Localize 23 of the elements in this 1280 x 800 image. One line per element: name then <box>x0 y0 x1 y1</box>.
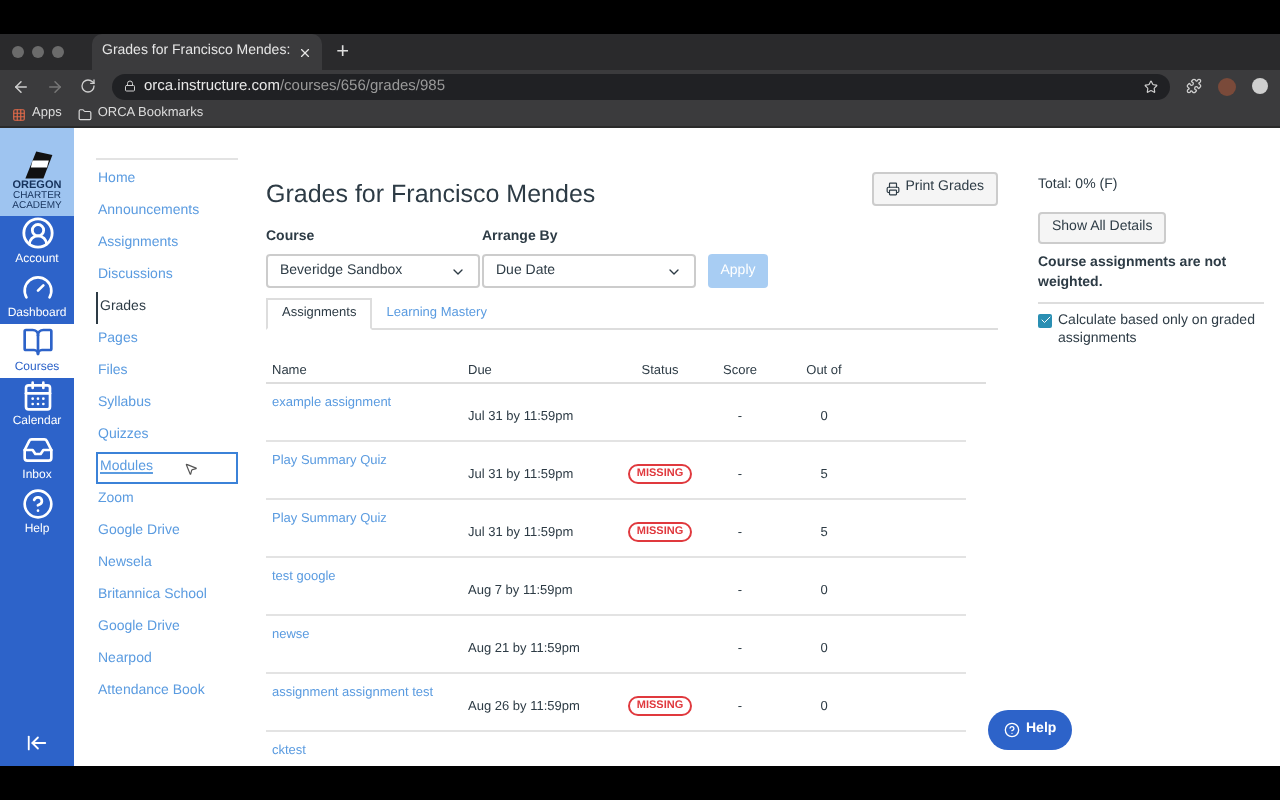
printer-icon <box>885 182 900 196</box>
calendar-icon <box>21 379 53 411</box>
inbox-icon <box>21 433 53 465</box>
cursor-icon <box>184 461 198 475</box>
page-title: Grades for Francisco Mendes <box>266 178 596 212</box>
user-avatar-icon <box>19 216 55 250</box>
gauge-icon <box>21 271 53 303</box>
back-icon[interactable] <box>12 77 30 95</box>
book-icon <box>21 325 53 357</box>
window-controls-icon[interactable] <box>12 46 64 58</box>
bookmark-star-icon[interactable] <box>1144 79 1158 93</box>
help-icon <box>21 487 53 519</box>
reload-icon[interactable] <box>80 78 96 94</box>
close-icon[interactable] <box>298 45 313 59</box>
extensions-icon[interactable] <box>1186 78 1202 94</box>
folder-icon <box>77 107 92 121</box>
collapse-icon[interactable] <box>26 732 48 754</box>
checkbox[interactable] <box>1038 313 1052 327</box>
new-tab-button[interactable]: + <box>336 35 350 69</box>
help-icon <box>1004 722 1020 738</box>
grid-icon <box>12 107 26 121</box>
lock-icon <box>124 80 136 92</box>
forward-icon[interactable] <box>46 77 64 95</box>
